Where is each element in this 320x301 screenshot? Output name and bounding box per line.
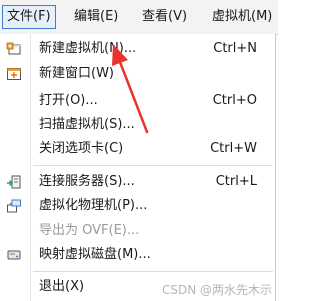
watermark-text: CSDN @两水先木示 bbox=[161, 283, 272, 297]
red-arrow-annotation bbox=[112, 44, 149, 134]
